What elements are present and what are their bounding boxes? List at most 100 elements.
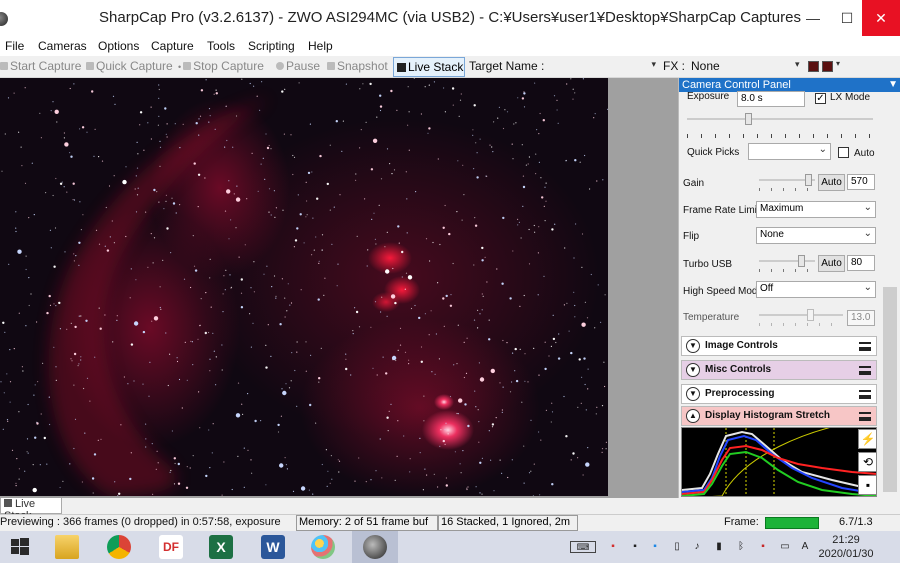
flip-select[interactable]: None ⌄ [756,227,876,244]
sharpcap-taskbar-icon[interactable] [352,531,398,563]
star [406,232,408,234]
star [318,260,320,262]
snapshot-button[interactable]: Snapshot [327,59,388,73]
menu-icon[interactable] [859,342,871,351]
star [582,78,585,80]
lightning-icon[interactable]: ⚡ [858,429,876,449]
fx-dropdown-arrow-icon[interactable]: ▾ [795,59,800,70]
star [296,227,299,230]
panel-scrollbar[interactable] [881,92,899,496]
turbo-usb-slider[interactable] [759,255,815,272]
start-button[interactable] [0,531,40,563]
exposure-slider-knob[interactable] [745,113,752,125]
start-capture-button[interactable]: Start Capture [0,59,81,73]
pause-button[interactable]: Pause [276,59,320,73]
quick-picks-select[interactable]: ⌄ [748,143,831,160]
exposure-slider[interactable] [687,113,873,125]
menu-help[interactable]: Help [308,39,333,53]
color-swatch-1-icon[interactable] [808,61,819,72]
clock[interactable]: 21:29 2020/01/30 [810,533,882,561]
signal-icon[interactable]: ▮ [712,540,726,554]
gain-auto-button[interactable]: Auto [818,174,845,191]
misc-controls-section[interactable]: ▼ Misc Controls [681,360,877,380]
maximize-button[interactable]: ☐ [831,0,863,36]
bluetooth-icon[interactable]: ᛒ [734,540,748,554]
star [407,86,409,88]
frame-rate-limit-select[interactable]: Maximum ⌄ [756,201,876,218]
reset-icon[interactable]: ⟲ [858,452,876,472]
display-icon[interactable]: ▭ [778,540,792,554]
paint-icon[interactable] [300,531,346,563]
menu-options[interactable]: Options [98,39,139,53]
tray-device-icon[interactable]: ▯ [670,540,684,554]
star [511,459,513,461]
volume-icon[interactable]: ♪ [690,540,704,554]
minimize-button[interactable]: — [797,0,829,36]
title-bar[interactable]: SharpCap Pro (v3.2.6137) - ZWO ASI294MC … [0,0,900,36]
star [385,372,388,375]
temperature-slider [759,309,843,326]
target-name-input[interactable]: ▾ [548,58,658,75]
image-controls-section[interactable]: ▼ Image Controls [681,336,877,356]
star [92,492,94,494]
quick-picks-auto-checkbox[interactable] [838,147,849,158]
chevron-down-icon: ▼ [686,387,700,401]
file-explorer-icon[interactable] [44,531,90,563]
gain-slider[interactable] [759,174,815,191]
star [16,458,18,460]
gain-slider-knob[interactable] [805,174,812,186]
save-icon[interactable]: ▪ [858,475,876,495]
tray-alert-icon[interactable]: ▪ [756,540,770,554]
menu-tools[interactable]: Tools [207,39,235,53]
star [242,413,244,415]
exposure-field[interactable]: 8.0 s [737,91,805,107]
tray-app-icon[interactable]: ▪ [628,540,642,554]
star [450,294,452,296]
star [145,446,147,448]
menu-cameras[interactable]: Cameras [38,39,87,53]
turbo-usb-slider-knob[interactable] [798,255,805,267]
keyboard-icon[interactable]: ⌨ [570,541,596,553]
star [360,129,362,131]
camera-preview[interactable] [0,78,608,496]
high-speed-mode-select[interactable]: Off ⌄ [756,281,876,298]
menu-icon[interactable] [859,390,871,399]
star [142,330,146,334]
excel-icon[interactable]: X [198,531,244,563]
star [397,225,400,228]
histogram-display[interactable]: ⚡ ⟲ ▪ [681,427,877,497]
gain-value-field[interactable]: 570 [847,174,875,190]
star [370,479,372,481]
star [345,83,347,85]
star [601,405,604,407]
target-name-label: Target Name : [469,59,545,73]
pdf-tray-icon[interactable]: ▪ [606,540,620,554]
menu-capture[interactable]: Capture [151,39,194,53]
turbo-usb-value-field[interactable]: 80 [847,255,875,271]
color-swatch-2-icon[interactable] [822,61,833,72]
turbo-usb-auto-button[interactable]: Auto [818,255,845,272]
star [525,164,528,166]
star [55,177,57,180]
menu-icon[interactable] [859,412,871,421]
live-stack-button[interactable]: Live Stack [393,57,465,77]
panel-scrollbar-thumb[interactable] [883,287,897,492]
pdf-app-icon[interactable]: DF [148,531,194,563]
word-icon[interactable]: W [250,531,296,563]
lx-mode-checkbox[interactable]: ✓ [815,93,826,104]
menu-icon[interactable] [859,366,871,375]
fx-select[interactable]: None [691,59,720,73]
stop-capture-button[interactable]: • Stop Capture [178,59,264,73]
swatch-dropdown-arrow-icon[interactable]: ▾ [836,59,840,68]
menu-file[interactable]: File [5,39,24,53]
display-histogram-stretch-section[interactable]: ▲ Display Histogram Stretch [681,406,877,426]
chrome-icon[interactable] [96,531,142,563]
quick-capture-button[interactable]: Quick Capture [86,59,173,73]
live-stack-tab[interactable]: Live Stack [0,498,62,522]
menu-scripting[interactable]: Scripting [248,39,295,53]
preprocessing-section[interactable]: ▼ Preprocessing [681,384,877,404]
close-button[interactable]: ✕ [862,0,900,36]
pin-icon[interactable]: ▼ [888,78,898,92]
star [481,457,483,459]
tray-network-app-icon[interactable]: ▪ [648,540,662,554]
